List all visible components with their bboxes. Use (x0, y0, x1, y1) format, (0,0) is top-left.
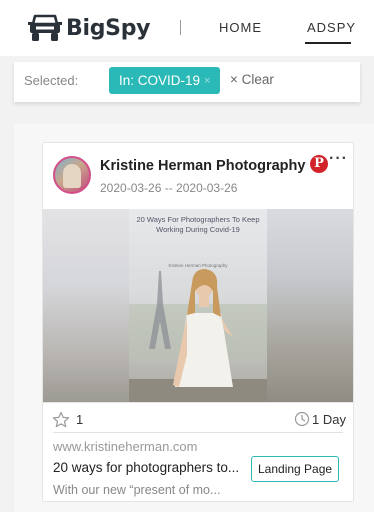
ad-domain[interactable]: www.kristineherman.com (53, 439, 198, 454)
avatar-figure (63, 164, 81, 188)
poster-photo (129, 269, 267, 402)
blurred-background-left (43, 209, 129, 402)
poster-headline: 20 Ways For Photographers To Keep Workin… (136, 215, 260, 234)
brand-name: BigSpy (66, 15, 151, 41)
top-navbar: BigSpy HOME ADSPY (0, 0, 374, 56)
nav-home[interactable]: HOME (219, 20, 262, 35)
advertiser-avatar[interactable] (53, 156, 91, 194)
ad-body-text: With our new “present of mo... (53, 483, 221, 497)
ad-date-range: 2020-03-26 -- 2020-03-26 (100, 181, 238, 195)
ad-creative-image[interactable]: 20 Ways For Photographers To Keep Workin… (43, 209, 353, 402)
filter-chip-covid[interactable]: In: COVID-19 × (109, 67, 221, 94)
pinterest-icon: P (310, 155, 328, 173)
star-icon[interactable] (52, 411, 70, 434)
filter-chip-label: In: COVID-19 (119, 73, 201, 88)
jeep-icon (28, 13, 62, 43)
chip-remove-icon[interactable]: × (204, 75, 210, 87)
ad-title[interactable]: 20 ways for photographers to... (53, 460, 253, 475)
ad-card[interactable]: Kristine Herman Photography 2020-03-26 -… (42, 142, 354, 502)
more-options-icon[interactable]: ··· (329, 150, 348, 168)
poster-credit: Kristine Herman Photography (168, 263, 228, 268)
nav-adspy[interactable]: ADSPY (307, 20, 356, 35)
ad-duration: 1 Day (312, 412, 346, 427)
selected-label: Selected: (24, 73, 79, 88)
nav-divider (180, 20, 181, 35)
stats-divider (53, 432, 343, 433)
advertiser-name[interactable]: Kristine Herman Photography (100, 158, 305, 174)
active-nav-indicator (305, 42, 351, 44)
brand-logo[interactable]: BigSpy (28, 13, 151, 43)
clear-filters-button[interactable]: × Clear (230, 72, 274, 87)
like-count: 1 (76, 412, 84, 427)
landing-page-button[interactable]: Landing Page (251, 456, 340, 482)
creative-poster: 20 Ways For Photographers To Keep Workin… (129, 209, 267, 402)
filter-bar: Selected: In: COVID-19 × × Clear (14, 62, 360, 102)
media-divider (43, 402, 353, 403)
blurred-background-right (267, 209, 353, 402)
clock-icon (294, 411, 310, 432)
